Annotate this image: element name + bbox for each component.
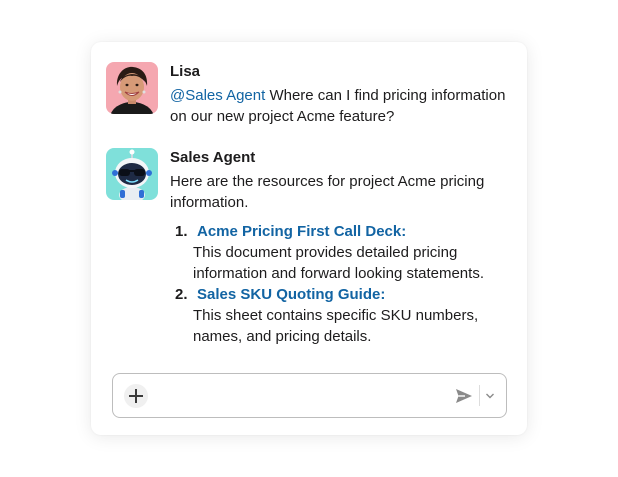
resource-item: 1. Acme Pricing First Call Deck: This do… xyxy=(170,221,516,284)
resource-link[interactable]: Sales SKU Quoting Guide: xyxy=(193,284,516,305)
message-body: Lisa @Sales Agent Where can I find prici… xyxy=(170,62,516,127)
resource-description: This sheet contains specific SKU numbers… xyxy=(193,307,479,345)
plus-icon[interactable] xyxy=(124,384,148,408)
message-author[interactable]: Lisa xyxy=(170,63,516,81)
resource-link[interactable]: Acme Pricing First Call Deck: xyxy=(193,221,516,242)
resource-description: This document provides detailed pricing … xyxy=(193,244,484,282)
resource-item: 2. Sales SKU Quoting Guide: This sheet c… xyxy=(170,284,516,347)
chevron-down-icon[interactable] xyxy=(484,390,496,402)
resource-list: 1. Acme Pricing First Call Deck: This do… xyxy=(170,221,516,347)
list-number: 2. xyxy=(175,286,188,303)
robot-avatar[interactable] xyxy=(106,148,158,200)
message-author[interactable]: Sales Agent xyxy=(170,149,516,167)
mention-link[interactable]: @Sales Agent xyxy=(170,87,265,104)
message-composer[interactable] xyxy=(112,373,507,418)
list-number: 1. xyxy=(175,223,188,240)
composer-divider xyxy=(479,385,480,406)
message-text: @Sales Agent Where can I find pricing in… xyxy=(170,85,516,127)
message-text: Here are the resources for project Acme … xyxy=(170,173,485,211)
chat-card: Lisa @Sales Agent Where can I find prici… xyxy=(91,42,527,435)
lisa-avatar[interactable] xyxy=(106,62,158,114)
message-body: Sales Agent Here are the resources for p… xyxy=(170,148,516,347)
send-icon[interactable] xyxy=(455,387,473,405)
